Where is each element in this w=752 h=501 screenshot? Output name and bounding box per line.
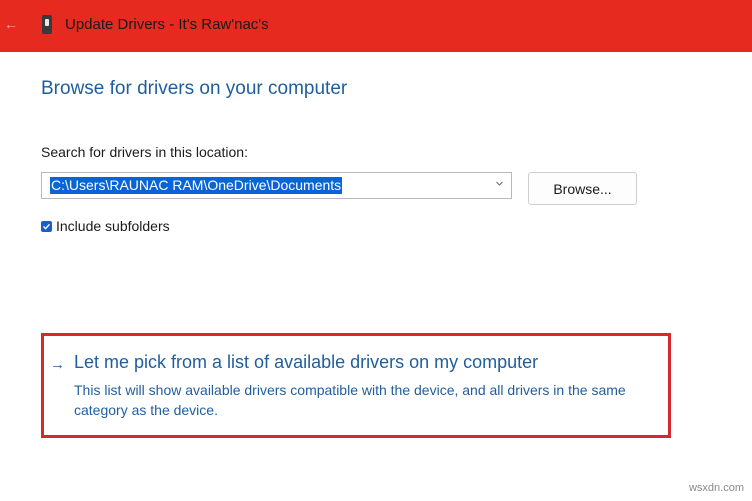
search-location-label: Search for drivers in this location:	[41, 144, 248, 160]
title-bar: ← Update Drivers - It's Raw'nac's	[0, 0, 752, 52]
location-value[interactable]: C:\Users\RAUNAC RAM\OneDrive\Documents	[50, 177, 343, 194]
arrow-right-icon[interactable]: →	[50, 356, 65, 373]
location-combobox[interactable]: C:\Users\RAUNAC RAM\OneDrive\Documents	[41, 172, 512, 199]
include-subfolders-checkbox[interactable]	[41, 221, 52, 232]
include-subfolders-label[interactable]: Include subfolders	[56, 218, 170, 234]
chevron-down-icon[interactable]	[496, 180, 503, 187]
device-icon	[42, 15, 52, 34]
watermark: wsxdn.com	[688, 482, 744, 494]
checkmark-icon	[43, 223, 51, 230]
back-arrow-icon[interactable]: ←	[4, 16, 20, 32]
window-title: Update Drivers - It's Raw'nac's	[65, 16, 269, 33]
browse-button[interactable]: Browse...	[528, 172, 637, 205]
pick-from-list-link[interactable]: Let me pick from a list of available dri…	[74, 352, 538, 373]
page-heading: Browse for drivers on your computer	[41, 78, 348, 99]
pick-from-list-description: This list will show available drivers co…	[74, 382, 626, 418]
